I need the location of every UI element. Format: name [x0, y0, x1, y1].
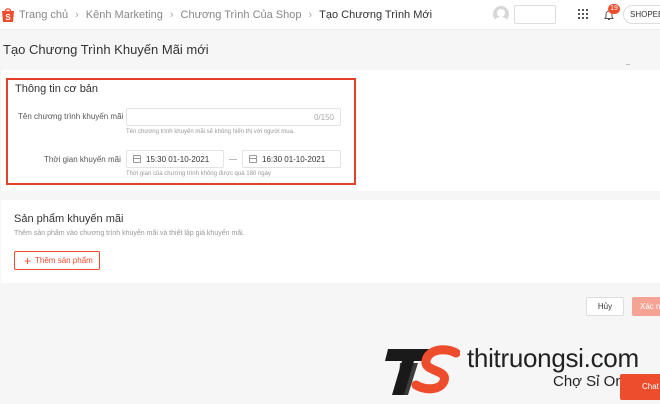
chat-button[interactable]: Chat — [620, 374, 660, 400]
program-name-hint: Tên chương trình khuyến mãi sẽ không hiể… — [126, 129, 295, 135]
thitruongsi-logo-icon — [384, 345, 461, 399]
program-name-counter: 0/150 — [313, 113, 334, 122]
page-title: Tạo Chương Trình Khuyến Mãi mới — [3, 42, 209, 57]
shop-menu-button[interactable]: SHOPEE — [623, 5, 660, 24]
program-time-label: Thời gian khuyến mãi — [44, 155, 121, 164]
apps-grid-icon[interactable] — [578, 9, 588, 19]
cancel-button[interactable]: Hủy — [586, 297, 624, 316]
program-name-input[interactable]: 0/150 — [126, 108, 341, 126]
top-navigation-bar: S Trang chủ › Kênh Marketing › Chương Tr… — [0, 0, 660, 30]
breadcrumb-home[interactable]: Trang chủ — [19, 9, 68, 21]
program-name-label: Tên chương trình khuyến mãi — [18, 112, 124, 121]
end-time-picker[interactable]: 16:30 01-10-2021 — [242, 150, 341, 168]
calendar-icon — [249, 155, 257, 163]
start-time-picker[interactable]: 15:30 01-10-2021 — [126, 150, 224, 168]
card-corner-divider — [626, 64, 630, 65]
breadcrumb-chevron-icon: › — [308, 8, 313, 21]
basic-info-title: Thông tin cơ bản — [15, 83, 99, 95]
calendar-icon — [133, 155, 141, 163]
breadcrumb-chevron-icon: › — [75, 8, 79, 21]
start-time-value: 15:30 01-10-2021 — [146, 154, 210, 164]
breadcrumb-current: Tạo Chương Trình Mới — [319, 8, 433, 21]
shopee-logo-icon[interactable]: S — [1, 7, 15, 23]
watermark-title: thitruongsi.com — [467, 343, 639, 373]
svg-text:S: S — [5, 13, 11, 22]
add-product-label: Thêm sản phẩm — [35, 256, 93, 265]
confirm-button[interactable]: Xác nhận — [632, 297, 660, 316]
products-title: Sản phẩm khuyến mãi — [14, 213, 124, 225]
end-time-value: 16:30 01-10-2021 — [262, 154, 326, 164]
program-time-hint: Thời gian của chương trình không được qu… — [126, 171, 271, 177]
breadcrumb-chevron-icon: › — [169, 8, 174, 21]
breadcrumb-marketing[interactable]: Kênh Marketing — [86, 9, 163, 21]
add-product-button[interactable]: + Thêm sản phẩm — [14, 251, 100, 270]
user-avatar-icon[interactable] — [493, 6, 509, 22]
account-name-box[interactable] — [514, 5, 556, 24]
breadcrumb-shop-programs[interactable]: Chương Trình Của Shop — [181, 9, 302, 21]
products-description: Thêm sản phẩm vào chương trình khuyến mã… — [14, 230, 245, 237]
date-range-separator — [229, 159, 237, 160]
notification-badge: 19 — [608, 4, 620, 14]
plus-icon: + — [24, 253, 32, 268]
